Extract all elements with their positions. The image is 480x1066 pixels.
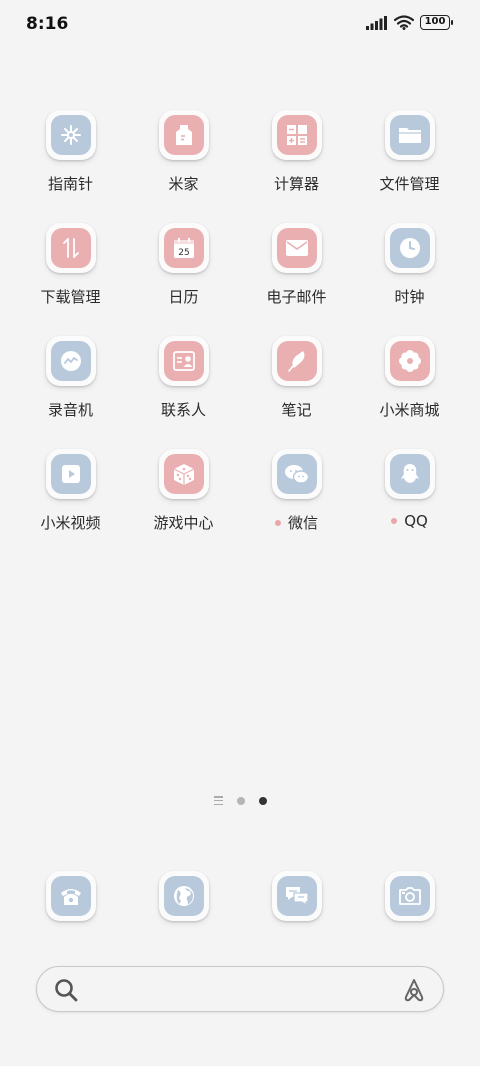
recorder-icon bbox=[50, 341, 91, 381]
mijia-icon bbox=[163, 115, 204, 155]
wechat-icon bbox=[276, 454, 317, 494]
app-grid: 指南针 米家 计算器 文件管理 下载管理 25 日历 电子邮件 时钟 录音机 联… bbox=[14, 110, 466, 562]
app-download-manager[interactable]: 下载管理 bbox=[14, 223, 127, 336]
messages-icon bbox=[276, 876, 317, 916]
app-tile: 25 bbox=[158, 223, 209, 273]
compass-icon bbox=[50, 115, 91, 155]
app-label: 电子邮件 bbox=[266, 288, 327, 306]
app-label: 小米视频 bbox=[40, 514, 101, 532]
app-label: 游戏中心 bbox=[153, 514, 214, 532]
app-tile bbox=[158, 110, 209, 160]
dock-messages[interactable] bbox=[240, 871, 353, 921]
app-tile bbox=[271, 110, 322, 160]
app-tile bbox=[384, 449, 435, 499]
app-label: 计算器 bbox=[273, 175, 319, 193]
app-label: 下载管理 bbox=[40, 288, 101, 306]
dock-browser[interactable] bbox=[127, 871, 240, 921]
app-email[interactable]: 电子邮件 bbox=[240, 223, 353, 336]
dice-icon bbox=[163, 454, 204, 494]
page-indicator-menu-icon[interactable] bbox=[213, 796, 223, 805]
notification-dot bbox=[274, 519, 281, 526]
video-icon bbox=[50, 454, 91, 494]
app-tile bbox=[384, 223, 435, 273]
calendar-icon: 25 bbox=[163, 228, 204, 268]
app-tile bbox=[45, 449, 96, 499]
app-mi-store[interactable]: 小米商城 bbox=[353, 336, 466, 449]
app-label: 小米商城 bbox=[379, 401, 440, 419]
app-file-manager[interactable]: 文件管理 bbox=[353, 110, 466, 223]
app-label: 日历 bbox=[168, 288, 199, 306]
app-mijia[interactable]: 米家 bbox=[127, 110, 240, 223]
app-label: 文件管理 bbox=[379, 175, 440, 193]
assistant-icon[interactable] bbox=[401, 977, 427, 1003]
app-tile bbox=[271, 336, 322, 386]
phone-icon bbox=[50, 876, 91, 916]
app-label: 联系人 bbox=[160, 401, 206, 419]
app-compass[interactable]: 指南针 bbox=[14, 110, 127, 223]
app-wechat[interactable]: 微信 bbox=[240, 449, 353, 562]
app-tile bbox=[271, 449, 322, 499]
app-label: 录音机 bbox=[47, 401, 93, 419]
app-tile bbox=[158, 871, 209, 921]
app-contacts[interactable]: 联系人 bbox=[127, 336, 240, 449]
dock-camera[interactable] bbox=[353, 871, 466, 921]
app-tile bbox=[45, 223, 96, 273]
search-icon[interactable] bbox=[53, 977, 79, 1003]
folder-icon bbox=[389, 115, 430, 155]
page-dot[interactable] bbox=[236, 796, 245, 805]
app-notes[interactable]: 笔记 bbox=[240, 336, 353, 449]
app-tile bbox=[45, 336, 96, 386]
status-bar: 8:16 100 bbox=[0, 0, 480, 50]
mi-store-icon bbox=[389, 341, 430, 381]
app-tile bbox=[384, 336, 435, 386]
app-game-center[interactable]: 游戏中心 bbox=[127, 449, 240, 562]
app-label: 笔记 bbox=[281, 401, 312, 419]
app-tile bbox=[271, 223, 322, 273]
dock bbox=[14, 871, 466, 921]
app-tile bbox=[271, 871, 322, 921]
clock-icon bbox=[389, 228, 430, 268]
status-icons: 100 bbox=[366, 15, 453, 30]
app-tile bbox=[45, 871, 96, 921]
app-label: 微信 bbox=[274, 512, 318, 533]
wifi-icon bbox=[394, 15, 414, 30]
status-time: 8:16 bbox=[26, 14, 69, 34]
app-tile bbox=[45, 110, 96, 160]
app-video[interactable]: 小米视频 bbox=[14, 449, 127, 562]
qq-icon bbox=[389, 454, 430, 494]
app-label-text: QQ bbox=[404, 512, 428, 530]
app-tile bbox=[158, 336, 209, 386]
download-icon bbox=[50, 228, 91, 268]
app-clock[interactable]: 时钟 bbox=[353, 223, 466, 336]
signal-icon bbox=[366, 15, 387, 30]
app-calculator[interactable]: 计算器 bbox=[240, 110, 353, 223]
app-recorder[interactable]: 录音机 bbox=[14, 336, 127, 449]
page-dot-active[interactable] bbox=[258, 796, 267, 805]
page-indicator[interactable] bbox=[0, 796, 480, 805]
camera-icon bbox=[389, 876, 430, 916]
battery-indicator: 100 bbox=[420, 15, 453, 30]
mail-icon bbox=[276, 228, 317, 268]
contacts-icon bbox=[163, 341, 204, 381]
app-calendar[interactable]: 25 日历 bbox=[127, 223, 240, 336]
browser-icon bbox=[163, 876, 204, 916]
notification-dot bbox=[391, 518, 398, 524]
app-qq[interactable]: QQ bbox=[353, 449, 466, 562]
calendar-date: 25 bbox=[178, 248, 189, 258]
search-bar[interactable] bbox=[36, 966, 444, 1012]
app-tile bbox=[384, 871, 435, 921]
app-label-text: 微信 bbox=[287, 514, 318, 532]
calculator-icon bbox=[276, 115, 317, 155]
app-tile bbox=[384, 110, 435, 160]
app-label: 时钟 bbox=[394, 288, 425, 306]
app-label: 指南针 bbox=[47, 175, 93, 193]
app-label: QQ bbox=[391, 512, 428, 530]
dock-phone[interactable] bbox=[14, 871, 127, 921]
app-tile bbox=[158, 449, 209, 499]
app-label: 米家 bbox=[168, 175, 199, 193]
notes-icon bbox=[276, 341, 317, 381]
